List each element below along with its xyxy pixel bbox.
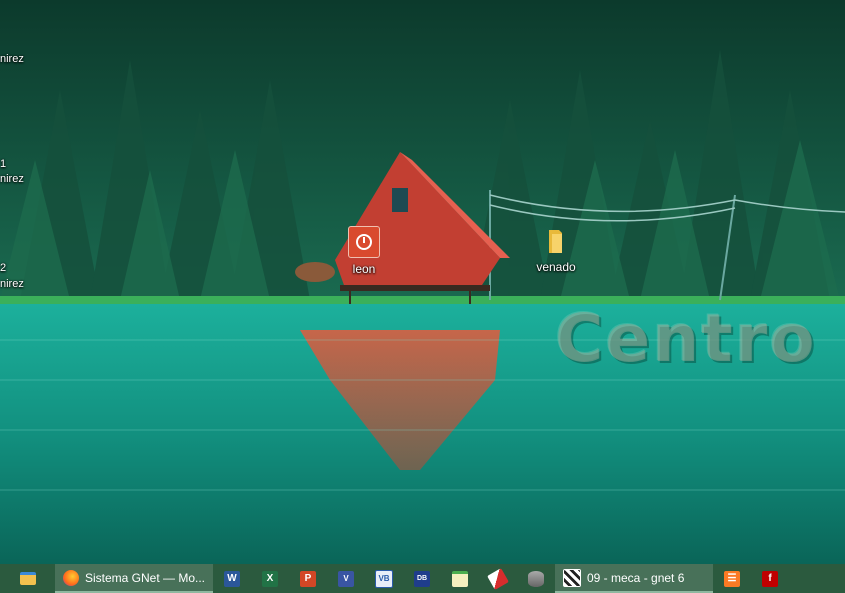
filezilla-button[interactable]: f <box>751 564 789 593</box>
word-button[interactable]: W <box>213 564 251 593</box>
taskbar-firefox-window[interactable]: Sistema GNet — Mo... <box>55 564 213 593</box>
firefox-icon <box>63 569 79 586</box>
eraser-button[interactable] <box>479 564 517 593</box>
powerpoint-icon: P <box>300 570 316 587</box>
watermark-text: Centro <box>555 300 817 377</box>
excel-button[interactable]: X <box>251 564 289 593</box>
taskbar-gnet-title: 09 - meca - gnet 6 <box>587 570 685 585</box>
desktop-icon-venado[interactable]: venado <box>526 228 586 274</box>
notepad-icon <box>452 570 468 587</box>
database-icon <box>528 570 544 587</box>
wallpaper <box>0 0 845 564</box>
desktop-icon-leon[interactable]: leon <box>334 226 394 276</box>
desktop-icon-label: leon <box>352 262 376 276</box>
desktop-icon-label: venado <box>536 260 576 274</box>
taskbar-gnet-window[interactable]: 09 - meca - gnet 6 <box>555 564 713 593</box>
notepad-button[interactable] <box>441 564 479 593</box>
desktop-label-cut-2[interactable]: 1 <box>0 158 6 170</box>
xampp-icon: ☰ <box>724 570 740 587</box>
powerpoint-button[interactable]: P <box>289 564 327 593</box>
vb-icon: VB <box>375 569 393 588</box>
desktop-label-cut-1[interactable]: nirez <box>0 53 24 65</box>
taskbar-firefox-title: Sistema GNet — Mo... <box>84 570 205 585</box>
desktop-label-cut-4[interactable]: 2 <box>0 262 6 274</box>
visio-button[interactable]: V <box>327 564 365 593</box>
eraser-icon <box>487 567 509 590</box>
visio-icon: V <box>338 570 354 587</box>
access-icon: DB <box>414 570 430 587</box>
access-button[interactable]: DB <box>403 564 441 593</box>
desktop-label-cut-3[interactable]: nirez <box>0 173 24 185</box>
folder-icon <box>541 228 571 256</box>
gnet-icon <box>563 568 581 587</box>
file-explorer-icon <box>19 572 36 585</box>
filezilla-icon: f <box>762 570 778 587</box>
power-icon <box>348 226 380 258</box>
desktop[interactable]: nirez 1 nirez 2 nirez leon venado Centro <box>0 0 845 564</box>
word-icon: W <box>224 570 240 587</box>
desktop-label-cut-5[interactable]: nirez <box>0 278 24 290</box>
vb-button[interactable]: VB <box>365 564 403 593</box>
excel-icon: X <box>262 570 278 587</box>
database-button[interactable] <box>517 564 555 593</box>
file-explorer-button[interactable] <box>0 564 55 593</box>
xampp-button[interactable]: ☰ <box>713 564 751 593</box>
taskbar: Sistema GNet — Mo... W X P V VB DB 09 - … <box>0 564 845 593</box>
